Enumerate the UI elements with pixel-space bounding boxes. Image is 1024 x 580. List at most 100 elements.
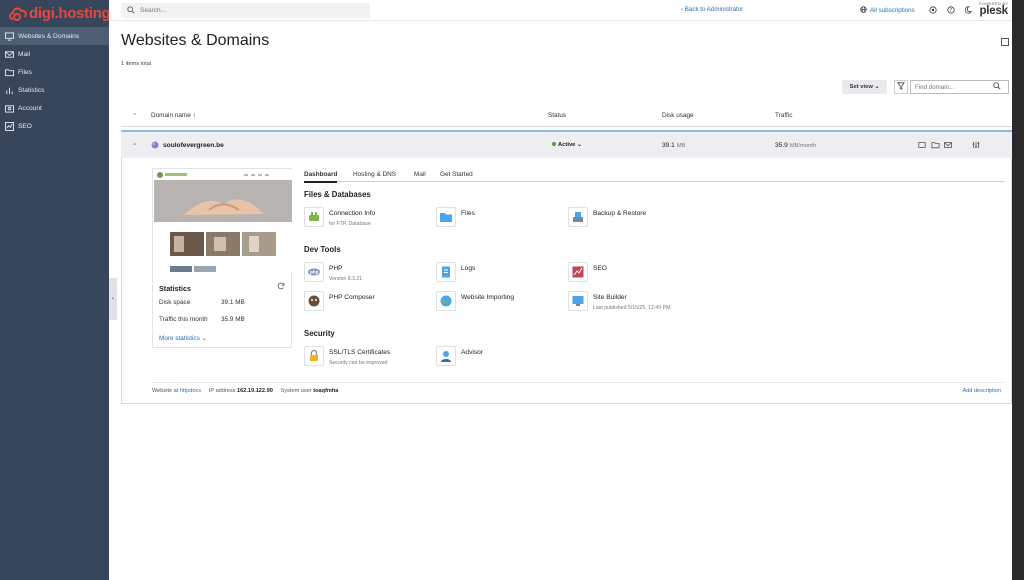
- php-composer-tool[interactable]: PHP Composer: [304, 291, 375, 311]
- filter-button[interactable]: [894, 80, 908, 94]
- website-importing-tool[interactable]: Website Importing: [436, 291, 514, 311]
- search-input[interactable]: [140, 7, 340, 14]
- files-tool[interactable]: Files: [436, 207, 475, 227]
- column-disk-usage[interactable]: Disk usage: [662, 112, 694, 119]
- tool-subtitle: for FTP, Database: [329, 221, 371, 227]
- domain-details-panel: Statistics Disk space 39.1 MB Traffic th…: [121, 158, 1012, 404]
- brand-logo[interactable]: digi.hosting: [0, 0, 111, 27]
- collapse-row-icon[interactable]: ⌃: [132, 142, 138, 150]
- sidebar-item-files[interactable]: Files: [0, 63, 109, 81]
- active-status-dot-icon: [552, 142, 556, 147]
- tool-name: Site Builder: [593, 294, 627, 301]
- column-status[interactable]: Status: [548, 112, 566, 119]
- cloud-logo-icon: [8, 5, 28, 23]
- globe-import-icon: [436, 291, 456, 311]
- back-to-administrator-link[interactable]: ‹ Back to Administrator: [681, 6, 743, 13]
- backup-restore-tool[interactable]: Backup & Restore: [568, 207, 646, 227]
- domain-name-link[interactable]: soulofevergreen.be: [163, 142, 224, 149]
- find-domain-box[interactable]: [910, 80, 1009, 94]
- sidebar-item-statistics[interactable]: Statistics: [0, 81, 109, 99]
- tab-get-started[interactable]: Get Started: [440, 171, 473, 178]
- advisor-tool[interactable]: Advisor: [436, 346, 483, 366]
- account-icon: [5, 104, 14, 113]
- site-builder-icon: [568, 291, 588, 311]
- folder-icon[interactable]: [931, 141, 940, 151]
- logs-tool[interactable]: Logs: [436, 262, 475, 282]
- disk-usage-number: 39.1: [662, 142, 675, 149]
- extensions-icon[interactable]: [928, 5, 938, 15]
- document-icon: [436, 262, 456, 282]
- tab-dashboard[interactable]: Dashboard: [304, 171, 338, 183]
- tab-hosting-dns[interactable]: Hosting & DNS: [353, 171, 396, 178]
- status-dropdown[interactable]: Active ⌄: [552, 142, 582, 148]
- plug-icon: [304, 207, 324, 227]
- expand-all-icon[interactable]: ⌃: [132, 112, 137, 120]
- sidebar-item-label: Account: [18, 104, 42, 112]
- tool-name: Advisor: [461, 349, 483, 356]
- traffic-number: 35.9: [775, 142, 788, 149]
- column-domain-name[interactable]: Domain name ↑: [151, 112, 196, 119]
- plesk-logo: plesk: [979, 5, 1008, 17]
- website-root-link[interactable]: httpdocs: [180, 388, 201, 394]
- disk-usage-value: 39.1 MB: [662, 142, 685, 149]
- traffic-month-value: 35.9 MB: [221, 316, 245, 323]
- tool-name: Backup & Restore: [593, 210, 647, 217]
- system-user-label: System user: [280, 388, 312, 394]
- more-statistics-link[interactable]: More statistics ⌄: [159, 334, 207, 342]
- collapse-panel-icon[interactable]: [1001, 38, 1009, 46]
- disk-usage-unit: MB: [676, 143, 686, 149]
- table-row: ⌃ soulofevergreen.be Active ⌄ 39.1 MB 35…: [121, 130, 1012, 158]
- top-bar: ‹ Back to Administrator All subscription…: [109, 0, 1024, 21]
- section-security: Security: [304, 329, 335, 338]
- tool-name: Files: [461, 210, 475, 217]
- backup-drive-icon: [568, 207, 588, 227]
- tab-mail[interactable]: Mail: [414, 171, 426, 178]
- footer-divider: [151, 382, 1003, 383]
- ip-address-label: IP address: [208, 388, 236, 394]
- sidebar-item-websites-domains[interactable]: Websites & Domains: [0, 27, 109, 45]
- add-description-link[interactable]: Add description: [962, 388, 1001, 394]
- ssl-certificates-tool[interactable]: SSL/TLS Certificates Security can be impr…: [304, 346, 390, 366]
- tool-subtitle: Last published 5/15/25, 12:49 PM: [593, 305, 671, 311]
- dark-mode-icon[interactable]: [963, 5, 973, 15]
- preview-icon[interactable]: [918, 141, 926, 151]
- sidebar-collapse-toggle[interactable]: ‹: [109, 278, 117, 320]
- settings-sliders-icon[interactable]: [972, 141, 980, 151]
- ip-address-value: 162.19.122.90: [237, 388, 273, 394]
- all-subscriptions-link[interactable]: All subscriptions: [860, 6, 915, 15]
- help-icon[interactable]: ?: [946, 5, 956, 15]
- find-domain-input[interactable]: [915, 83, 993, 91]
- connection-info-tool[interactable]: Connection Info for FTP, Database: [304, 207, 375, 227]
- tool-name: PHP Composer: [329, 294, 375, 301]
- monitor-icon: [5, 31, 14, 41]
- composer-icon: [304, 291, 324, 311]
- tool-name: Connection Info: [329, 210, 376, 217]
- status-label: Active ⌄: [558, 142, 582, 148]
- page-title: Websites & Domains: [121, 32, 270, 49]
- disk-space-label: Disk space: [159, 299, 191, 306]
- seo-tool[interactable]: SEO: [568, 262, 607, 282]
- system-user-value: toaqfmha: [313, 388, 339, 394]
- site-builder-tool[interactable]: Site Builder Last published 5/15/25, 12:4…: [568, 291, 670, 311]
- tool-name: Website Importing: [461, 294, 515, 301]
- seo-icon: [5, 121, 14, 131]
- mail-icon[interactable]: [944, 141, 952, 151]
- filter-icon: [897, 82, 905, 92]
- php-tool[interactable]: php PHP Version 8.3.21: [304, 262, 362, 282]
- domain-tabs: Dashboard Hosting & DNS Mail Get Started: [304, 169, 1004, 183]
- chevron-left-icon: ‹: [112, 296, 114, 302]
- sidebar-item-mail[interactable]: Mail: [0, 45, 109, 63]
- section-dev-tools: Dev Tools: [304, 245, 341, 254]
- sidebar-item-seo[interactable]: SEO: [0, 117, 109, 135]
- tool-subtitle: Version 8.3.21: [329, 276, 363, 282]
- set-view-button[interactable]: Set view ⌄: [842, 80, 887, 94]
- tool-name: Logs: [461, 265, 476, 272]
- refresh-icon[interactable]: [277, 282, 285, 290]
- search-icon[interactable]: [993, 82, 1001, 92]
- site-screenshot-thumbnail[interactable]: [154, 170, 292, 272]
- sidebar-item-label: Files: [18, 68, 32, 76]
- sidebar-item-account[interactable]: Account: [0, 99, 109, 117]
- column-traffic[interactable]: Traffic: [775, 112, 792, 119]
- advisor-icon: [436, 346, 456, 366]
- global-search[interactable]: [121, 3, 370, 18]
